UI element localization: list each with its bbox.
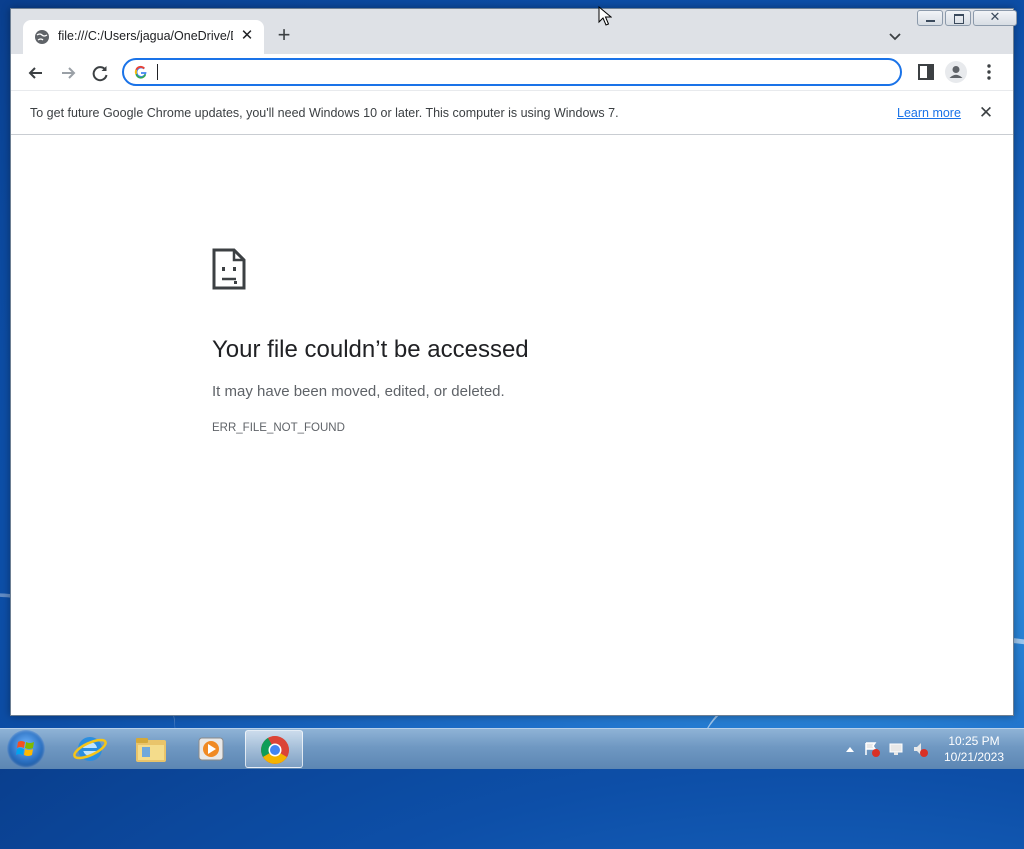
chevron-down-icon[interactable] — [885, 26, 905, 46]
taskbar-internet-explorer[interactable] — [61, 730, 119, 768]
taskbar-clock[interactable]: 10:25 PM 10/21/2023 — [934, 733, 1014, 765]
text-caret — [157, 64, 158, 80]
new-tab-button[interactable]: + — [273, 24, 295, 47]
network-icon — [889, 743, 903, 753]
error-title: Your file couldn’t be accessed — [212, 336, 529, 363]
reload-icon[interactable] — [89, 62, 111, 84]
learn-more-link[interactable]: Learn more — [897, 106, 961, 120]
tray-icons — [846, 742, 928, 757]
tab-close-icon[interactable]: ✕ — [237, 26, 257, 46]
restore-button[interactable] — [945, 10, 971, 26]
page-content: Your file couldn’t be accessed It may ha… — [11, 135, 1013, 715]
infobar-close-icon[interactable]: ✕ — [975, 102, 997, 124]
taskbar: 10:25 PM 10/21/2023 — [0, 728, 1024, 769]
start-button[interactable] — [7, 730, 45, 768]
back-arrow-icon[interactable] — [25, 62, 47, 84]
globe-icon — [35, 30, 49, 44]
close-icon: ✕ — [989, 9, 1001, 24]
restore-icon — [954, 14, 964, 24]
tab-title: file:///C:/Users/jagua/OneDrive/Document… — [58, 29, 233, 43]
internet-explorer-icon — [73, 737, 107, 761]
side-panel-icon[interactable] — [917, 63, 935, 81]
google-g-icon — [134, 65, 147, 79]
chrome-window: file:///C:/Users/jagua/OneDrive/Document… — [10, 8, 1017, 716]
kebab-menu-icon[interactable] — [981, 62, 997, 82]
taskbar-chrome[interactable] — [245, 730, 303, 768]
minimize-icon — [926, 20, 935, 22]
taskbar-media-player[interactable] — [182, 730, 240, 768]
sad-file-icon — [212, 248, 246, 290]
taskbar-file-explorer[interactable] — [121, 730, 179, 768]
update-infobar: To get future Google Chrome updates, you… — [11, 90, 1013, 135]
person-icon — [949, 66, 963, 78]
minimize-button[interactable] — [917, 10, 943, 26]
clock-date: 10/21/2023 — [943, 750, 1005, 764]
close-window-button[interactable]: ✕ — [973, 9, 1017, 26]
media-player-icon — [198, 737, 224, 761]
profile-avatar[interactable] — [945, 61, 967, 83]
system-tray — [842, 739, 932, 759]
toolbar — [11, 54, 1013, 90]
file-explorer-icon — [136, 738, 166, 762]
clock-time: 10:25 PM — [948, 734, 1000, 748]
tab-strip: file:///C:/Users/jagua/OneDrive/Document… — [11, 9, 1017, 54]
mouse-cursor-icon — [598, 6, 612, 26]
tab-active[interactable]: file:///C:/Users/jagua/OneDrive/Document… — [23, 20, 264, 54]
volume-muted-icon — [914, 743, 921, 755]
window-controls: ✕ — [915, 9, 1017, 28]
address-bar[interactable] — [122, 58, 902, 86]
error-code: ERR_FILE_NOT_FOUND — [212, 422, 345, 434]
infobar-message: To get future Google Chrome updates, you… — [30, 106, 619, 120]
forward-arrow-icon[interactable] — [57, 62, 79, 84]
windows-logo-icon — [16, 741, 34, 756]
chrome-icon — [261, 736, 289, 764]
address-input[interactable] — [156, 63, 880, 83]
show-hidden-icons-icon — [846, 747, 854, 752]
error-subtitle: It may have been moved, edited, or delet… — [212, 383, 505, 400]
